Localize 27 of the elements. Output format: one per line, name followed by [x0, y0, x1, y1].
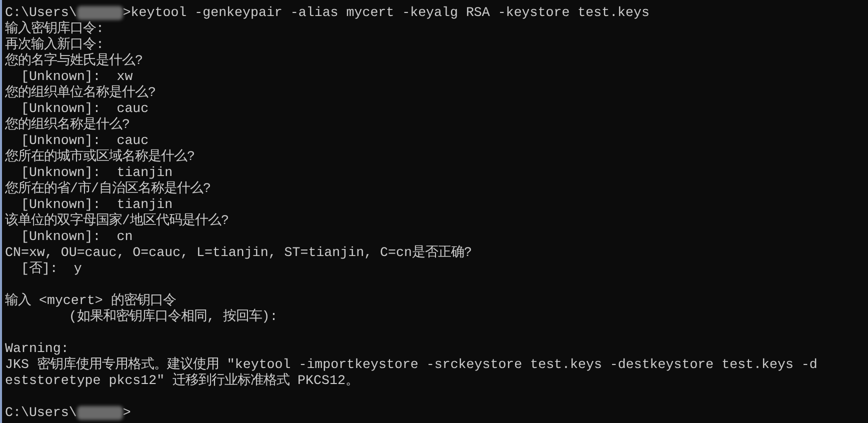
command-text: >keytool -genkeypair -alias mycert -keyalg RSA -keystore test.keys: [122, 5, 650, 21]
console-line: 输入 <mycert> 的密钥口令: [5, 293, 176, 308]
console-line: [否]: y: [20, 261, 82, 277]
console-line: 您的组织单位名称是什么?: [5, 85, 156, 101]
console-line: [Unknown]: xw: [20, 69, 133, 85]
console-line: [Unknown]: cauc: [20, 101, 149, 117]
redacted-blur: [76, 6, 123, 20]
console-line: 输入密钥库口令:: [5, 21, 104, 36]
console-line: [Unknown]: tianjin: [20, 197, 173, 212]
redacted-blur: [76, 406, 123, 420]
prompt-path: C:\Users\: [5, 405, 77, 421]
console-line: (如果和密钥库口令相同, 按回车):: [68, 309, 278, 325]
console-line: JKS 密钥库使用专用格式。建议使用 "keytool -importkeystore -srckeystore test.keys -destkeystore test.keys -d: [5, 357, 818, 372]
console-line: 该单位的双字母国家/地区代码是什么?: [5, 213, 229, 229]
console-line: 您所在的城市或区域名称是什么?: [5, 149, 195, 165]
console-line: CN=xw, OU=cauc, O=cauc, L=tianjin, ST=tianjin, C=cn是否正确?: [5, 245, 472, 261]
console-line: eststoretype pkcs12" 迁移到行业标准格式 PKCS12。: [5, 373, 358, 389]
console-line: 您所在的省/市/自治区名称是什么?: [5, 181, 211, 197]
command-text: >: [122, 405, 131, 421]
console-line: 您的名字与姓氏是什么?: [5, 53, 143, 69]
console-line: [Unknown]: cn: [20, 229, 133, 245]
console-line: [Unknown]: tianjin: [20, 165, 173, 180]
prompt-path: C:\Users\: [5, 5, 77, 20]
console-line: 您的组织名称是什么?: [5, 117, 130, 133]
console-line: Warning:: [5, 341, 69, 356]
console-line: [Unknown]: cauc: [20, 133, 149, 148]
console-line: 再次输入新口令:: [5, 37, 104, 52]
